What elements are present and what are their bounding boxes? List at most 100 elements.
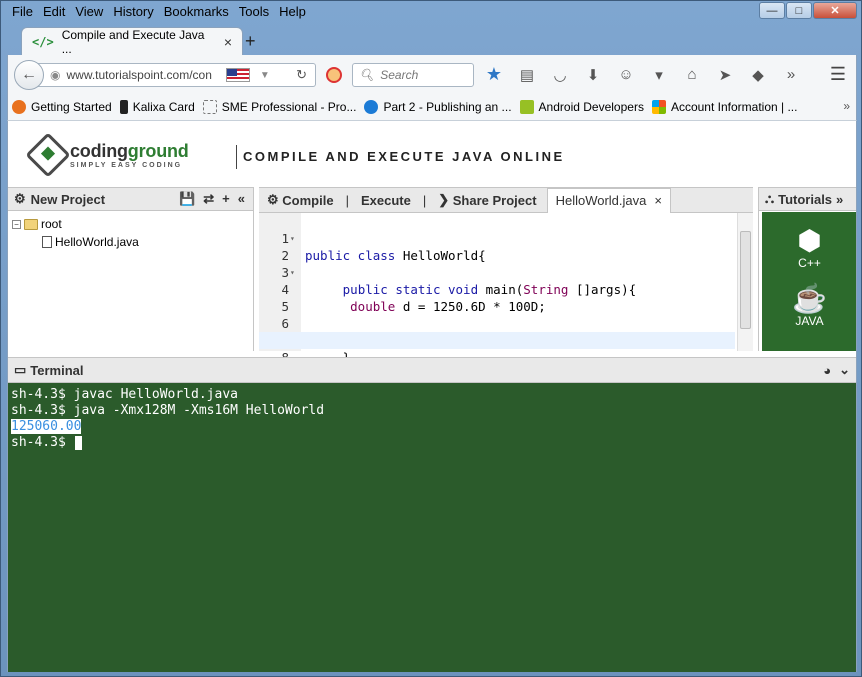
- root-label: root: [41, 217, 62, 231]
- shield-icon[interactable]: ◆: [748, 66, 768, 84]
- us-flag-icon[interactable]: [225, 68, 250, 82]
- bookmark-sme-professional[interactable]: SME Professional - Pro...: [202, 99, 356, 114]
- terminal-header: ▭ Terminal ◕ ⌄: [8, 357, 856, 383]
- bookmark-label: Getting Started: [31, 99, 112, 114]
- file-tab[interactable]: HelloWorld.java ×: [546, 187, 671, 213]
- code-icon: </>: [32, 34, 54, 49]
- collapse-chevron-icon[interactable]: ⌄: [839, 362, 850, 378]
- bookmark-kalixa-card[interactable]: Kalixa Card: [119, 99, 195, 114]
- menu-help[interactable]: Help: [274, 3, 311, 21]
- url-bar[interactable]: ◉ www.tutorialspoint.com/con ▼ ↻: [36, 63, 316, 87]
- palette-icon[interactable]: ◕: [823, 363, 831, 378]
- bookmark-part-2[interactable]: Part 2 - Publishing an ...: [364, 99, 512, 114]
- microsoft-icon: [651, 99, 666, 114]
- tree-file[interactable]: HelloWorld.java: [12, 233, 249, 251]
- file-tree: − root HelloWorld.java: [8, 211, 253, 255]
- editor-scrollbar[interactable]: [737, 213, 753, 351]
- bookmark-label: Kalixa Card: [132, 99, 195, 114]
- minimize-button[interactable]: —: [759, 2, 785, 19]
- bookmark-label: Android Developers: [538, 99, 644, 114]
- back-arrow-icon: ←: [21, 66, 37, 83]
- android-icon: [519, 99, 534, 114]
- page-icon: [202, 99, 217, 114]
- menu-edit[interactable]: Edit: [38, 3, 70, 21]
- home-icon[interactable]: ⌂: [682, 66, 702, 83]
- tab-close-icon[interactable]: ×: [224, 34, 232, 50]
- logo-name-b: ground: [127, 140, 189, 161]
- bookmark-star-icon[interactable]: ★: [484, 64, 504, 85]
- code-line-7: 7 }: [259, 315, 735, 365]
- bookmark-account-information[interactable]: Account Information | ...: [651, 99, 797, 114]
- refresh-icon[interactable]: ⇄: [203, 191, 214, 207]
- tutorials-list: ⬢ C++ ☕ JAVA: [762, 212, 856, 351]
- cpp-icon: ⬢: [797, 225, 822, 256]
- browser-tab[interactable]: </> Compile and Execute Java ... ×: [21, 27, 243, 56]
- search-icon: 🔍︎: [359, 68, 375, 82]
- share-icon: ❯: [438, 192, 453, 207]
- terminal-line: sh-4.3$ javac HelloWorld.java: [11, 387, 238, 402]
- project-header: ⚙ New Project 💾 ⇄ + «: [8, 187, 253, 211]
- save-icon[interactable]: 💾: [179, 191, 195, 207]
- file-icon: [42, 236, 52, 248]
- menu-bookmarks[interactable]: Bookmarks: [159, 3, 234, 21]
- menu-view[interactable]: View: [70, 3, 108, 21]
- new-project-icon: ⚙: [14, 191, 26, 206]
- tab-title: Compile and Execute Java ...: [61, 27, 205, 56]
- send-icon[interactable]: ➤: [715, 66, 735, 84]
- addon-monkey-icon[interactable]: ☺: [616, 66, 636, 83]
- menu-tools[interactable]: Tools: [234, 3, 274, 21]
- code-line-1: 1 ▾ public class HelloWorld{: [281, 231, 486, 263]
- reload-icon[interactable]: ↻: [296, 67, 307, 83]
- compile-button[interactable]: Compile: [282, 193, 333, 208]
- back-button[interactable]: ←: [14, 60, 44, 90]
- separator: |: [345, 192, 349, 208]
- new-tab-button[interactable]: +: [245, 31, 256, 52]
- add-icon[interactable]: +: [222, 191, 230, 207]
- reading-list-icon[interactable]: ▤: [517, 66, 537, 84]
- tutorial-cpp[interactable]: ⬢ C++: [762, 225, 856, 271]
- overflow-icon[interactable]: »: [781, 66, 801, 83]
- code-line-3: 3 ▾ public static void main(String []args…: [281, 265, 637, 297]
- code-editor[interactable]: 1 ▾ public class HelloWorld{ 2 3 ▾ public …: [259, 213, 753, 382]
- collapse-toggle-icon[interactable]: −: [12, 219, 21, 229]
- menu-file[interactable]: File: [7, 3, 38, 21]
- browser-window: File Edit View History Bookmarks Tools H…: [0, 0, 862, 677]
- pocket-icon[interactable]: ◡: [550, 66, 570, 84]
- toolbar-icons: ★ ▤ ◡ ⬇ ☺ ▾ ⌂ ➤ ◆ »: [484, 64, 801, 85]
- prompt-text: sh-4.3$: [11, 435, 74, 450]
- kalixa-icon: [119, 99, 128, 114]
- navigation-bar: ◉ www.tutorialspoint.com/con ▼ ↻ ← 🔍︎ Se…: [7, 55, 857, 93]
- terminal-output[interactable]: sh-4.3$ javac HelloWorld.java sh-4.3$ ja…: [8, 383, 856, 672]
- code-line-8: 8 }: [259, 332, 735, 382]
- expand-icon[interactable]: »: [836, 192, 843, 207]
- search-input[interactable]: 🔍︎ Search: [352, 63, 474, 87]
- tutorial-java[interactable]: ☕ JAVA: [762, 284, 856, 329]
- title-bar: File Edit View History Bookmarks Tools H…: [1, 1, 862, 23]
- menu-bar: File Edit View History Bookmarks Tools H…: [7, 3, 311, 21]
- bookmarks-overflow-icon[interactable]: »: [843, 99, 850, 113]
- maximize-button[interactable]: □: [786, 2, 812, 19]
- new-project-button[interactable]: New Project: [31, 192, 105, 207]
- tutorials-title[interactable]: Tutorials: [778, 192, 832, 207]
- terminal-icon: ▭: [14, 362, 27, 377]
- noscript-icon[interactable]: [326, 67, 342, 83]
- codingground-logo[interactable]: codingground SIMPLY EASY CODING: [25, 132, 189, 178]
- menu-hamburger-icon[interactable]: ☰: [830, 64, 846, 85]
- program-output: 125060.00: [11, 419, 82, 434]
- close-button[interactable]: ✕: [813, 2, 857, 19]
- download-icon[interactable]: ⬇: [583, 66, 603, 84]
- bookmark-getting-started[interactable]: Getting Started: [12, 99, 112, 114]
- collapse-icon[interactable]: «: [238, 191, 245, 207]
- file-tab-close-icon[interactable]: ×: [654, 193, 662, 208]
- dropdown-arrow-icon[interactable]: ▼: [260, 70, 270, 81]
- addon-dropdown-icon[interactable]: ▾: [649, 66, 669, 84]
- window-controls: — □ ✕: [759, 2, 857, 19]
- tree-root[interactable]: − root: [12, 215, 249, 233]
- share-project-button[interactable]: Share Project: [453, 193, 537, 208]
- separator: |: [422, 192, 427, 208]
- scrollbar-thumb[interactable]: [740, 231, 751, 329]
- menu-history[interactable]: History: [108, 3, 158, 21]
- tutorial-label: C++: [798, 256, 821, 270]
- bookmark-android-developers[interactable]: Android Developers: [519, 99, 644, 114]
- execute-button[interactable]: Execute: [361, 193, 411, 208]
